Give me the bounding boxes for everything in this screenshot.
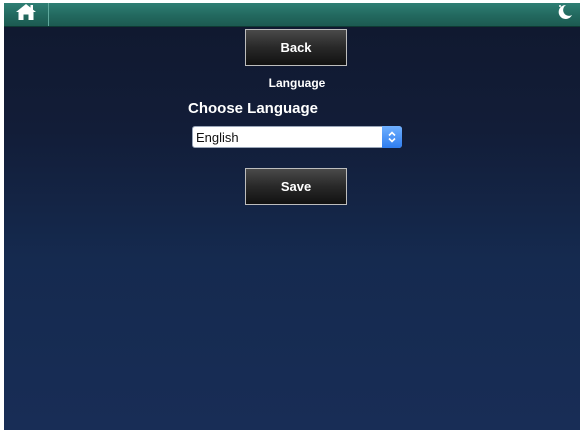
save-button-label: Save (280, 179, 312, 194)
home-icon (15, 3, 37, 26)
moon-icon (557, 3, 573, 26)
app-screen: Back Language Choose Language English Sa… (4, 3, 580, 430)
save-button[interactable]: Save (245, 168, 347, 205)
sleep-button[interactable] (554, 3, 576, 26)
language-select[interactable]: English (192, 126, 402, 148)
language-select-value: English (196, 130, 239, 145)
home-button[interactable] (4, 3, 49, 26)
select-arrows-icon (382, 126, 402, 148)
choose-language-label: Choose Language (188, 100, 319, 117)
top-bar (4, 3, 580, 27)
page-title: Language (268, 76, 326, 90)
back-button[interactable]: Back (245, 29, 347, 66)
back-button-label: Back (280, 40, 312, 55)
